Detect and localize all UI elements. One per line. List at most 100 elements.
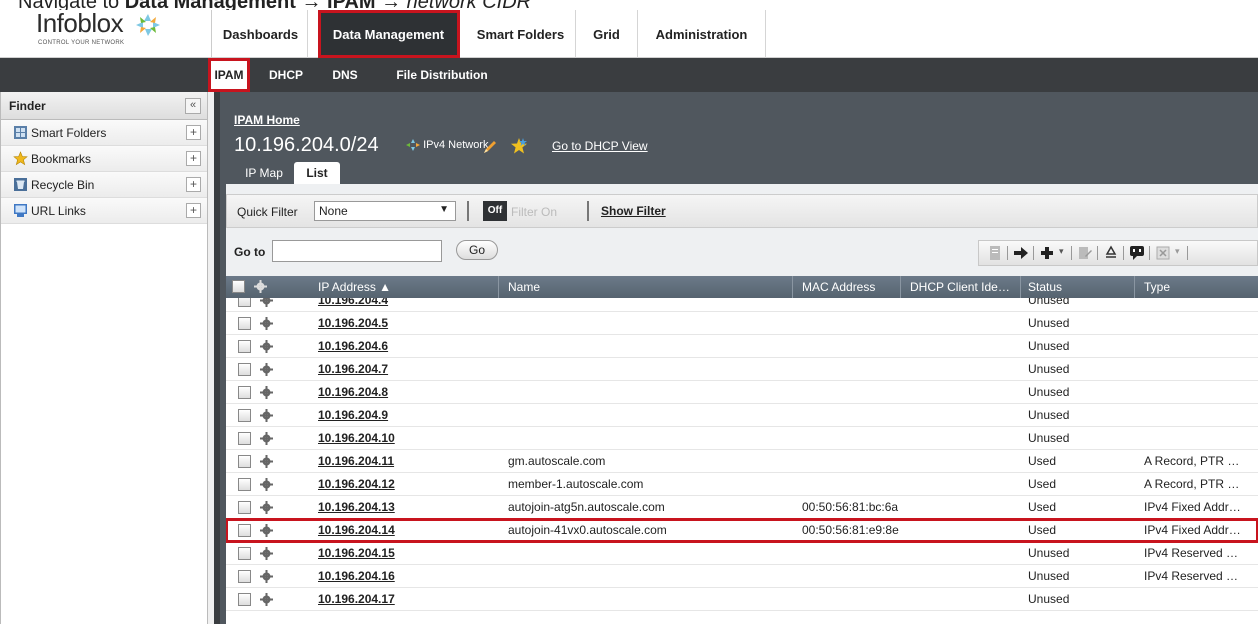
gear-icon[interactable] bbox=[260, 409, 273, 422]
ip-address-link[interactable]: 10.196.204.11 bbox=[318, 454, 394, 468]
filter-toggle-on[interactable]: Filter On bbox=[511, 205, 557, 219]
gear-icon[interactable] bbox=[260, 478, 273, 491]
breadcrumb[interactable]: IPAM Home bbox=[234, 113, 300, 127]
row-checkbox[interactable] bbox=[238, 593, 251, 606]
bookmark-star-icon[interactable] bbox=[510, 137, 528, 155]
expand-plus-icon[interactable]: + bbox=[186, 203, 201, 218]
ip-address-link[interactable]: 10.196.204.7 bbox=[318, 362, 388, 376]
table-row[interactable]: 10.196.204.7 Unused bbox=[226, 358, 1258, 381]
goto-input[interactable] bbox=[272, 240, 442, 262]
ip-address-link[interactable]: 10.196.204.15 bbox=[318, 546, 395, 560]
table-row[interactable]: 10.196.204.4 Unused bbox=[226, 298, 1258, 312]
gear-icon[interactable] bbox=[254, 280, 267, 293]
ip-address-link[interactable]: 10.196.204.14 bbox=[318, 523, 395, 537]
column-header-ip-address[interactable]: IP Address ▲ bbox=[318, 280, 391, 294]
row-checkbox[interactable] bbox=[238, 363, 251, 376]
recycle-icon[interactable] bbox=[1101, 244, 1121, 262]
table-row[interactable]: 10.196.204.17 Unused bbox=[226, 588, 1258, 611]
edit-icon[interactable] bbox=[1075, 244, 1095, 262]
nav-tab-data-management[interactable]: Data Management bbox=[318, 10, 460, 58]
subnav-tab-ipam[interactable]: IPAM bbox=[208, 58, 250, 92]
row-checkbox[interactable] bbox=[238, 298, 251, 307]
row-checkbox[interactable] bbox=[238, 570, 251, 583]
gear-icon[interactable] bbox=[260, 363, 273, 376]
table-row[interactable]: 10.196.204.16 Unused IPv4 Reserved … bbox=[226, 565, 1258, 588]
gear-icon[interactable] bbox=[260, 298, 273, 307]
table-row[interactable]: 10.196.204.11 gm.autoscale.com Used A Recor… bbox=[226, 450, 1258, 473]
edit-pencil-icon[interactable] bbox=[482, 139, 498, 155]
gear-icon[interactable] bbox=[260, 432, 273, 445]
tab-list[interactable]: List bbox=[294, 162, 340, 184]
ip-address-link[interactable]: 10.196.204.17 bbox=[318, 592, 395, 606]
table-row[interactable]: 10.196.204.15 Unused IPv4 Reserved … bbox=[226, 542, 1258, 565]
table-row[interactable]: 10.196.204.9 Unused bbox=[226, 404, 1258, 427]
infoblox-logo[interactable]: Infoblox CONTROL YOUR NETWORK bbox=[12, 8, 212, 58]
row-checkbox[interactable] bbox=[238, 524, 251, 537]
ip-address-link[interactable]: 10.196.204.16 bbox=[318, 569, 395, 583]
finder-item-url-links[interactable]: URL Links + bbox=[1, 198, 207, 224]
quick-filter-select[interactable]: None ▼ bbox=[314, 201, 456, 221]
tab-ip-map[interactable]: IP Map bbox=[236, 162, 292, 184]
gear-icon[interactable] bbox=[260, 501, 273, 514]
ip-address-link[interactable]: 10.196.204.13 bbox=[318, 500, 395, 514]
gear-icon[interactable] bbox=[260, 524, 273, 537]
subnav-tab-file-distribution[interactable]: File Distribution bbox=[386, 58, 498, 92]
row-checkbox[interactable] bbox=[238, 547, 251, 560]
ip-address-link[interactable]: 10.196.204.6 bbox=[318, 339, 388, 353]
ip-address-link[interactable]: 10.196.204.8 bbox=[318, 385, 388, 399]
go-button[interactable]: Go bbox=[456, 240, 498, 260]
comment-icon[interactable] bbox=[1127, 244, 1147, 262]
finder-item-bookmarks[interactable]: Bookmarks + bbox=[1, 146, 207, 172]
subnav-tab-dhcp[interactable]: DHCP bbox=[258, 58, 314, 92]
gear-icon[interactable] bbox=[260, 570, 273, 583]
gear-icon[interactable] bbox=[260, 547, 273, 560]
ip-address-link[interactable]: 10.196.204.10 bbox=[318, 431, 395, 445]
nav-tab-smart-folders[interactable]: Smart Folders bbox=[466, 10, 576, 58]
nav-tab-dashboards[interactable]: Dashboards bbox=[214, 10, 308, 58]
gear-icon[interactable] bbox=[260, 317, 273, 330]
table-row[interactable]: 10.196.204.5 Unused bbox=[226, 312, 1258, 335]
arrow-right-icon[interactable] bbox=[1011, 244, 1031, 262]
ip-address-link[interactable]: 10.196.204.9 bbox=[318, 408, 388, 422]
row-checkbox[interactable] bbox=[238, 409, 251, 422]
gear-icon[interactable] bbox=[260, 455, 273, 468]
show-filter-link[interactable]: Show Filter bbox=[601, 204, 666, 218]
delete-icon[interactable] bbox=[1153, 244, 1173, 262]
filter-toggle-off[interactable]: Off bbox=[483, 201, 507, 221]
table-row[interactable]: 10.196.204.6 Unused bbox=[226, 335, 1258, 358]
ip-address-link[interactable]: 10.196.204.5 bbox=[318, 316, 388, 330]
table-row[interactable]: 10.196.204.13 autojoin-atg5n.autoscale.co… bbox=[226, 496, 1258, 519]
chevron-down-icon[interactable]: ▾ bbox=[1175, 246, 1180, 257]
go-to-dhcp-view-link[interactable]: Go to DHCP View bbox=[552, 139, 648, 153]
gear-icon[interactable] bbox=[260, 340, 273, 353]
row-checkbox[interactable] bbox=[238, 501, 251, 514]
column-header-mac-address[interactable]: MAC Address bbox=[802, 280, 875, 294]
ip-address-link[interactable]: 10.196.204.4 bbox=[318, 298, 388, 307]
gear-icon[interactable] bbox=[260, 593, 273, 606]
nav-tab-administration[interactable]: Administration bbox=[638, 10, 766, 58]
add-plus-icon[interactable] bbox=[1037, 244, 1057, 262]
document-icon[interactable] bbox=[985, 244, 1005, 262]
nav-tab-grid[interactable]: Grid bbox=[576, 10, 638, 58]
column-header-name[interactable]: Name bbox=[508, 280, 540, 294]
finder-item-smart-folders[interactable]: Smart Folders + bbox=[1, 120, 207, 146]
expand-plus-icon[interactable]: + bbox=[186, 177, 201, 192]
row-checkbox[interactable] bbox=[238, 386, 251, 399]
row-checkbox[interactable] bbox=[238, 317, 251, 330]
table-row-highlighted[interactable]: 10.196.204.14 autojoin-41vx0.autoscale.co… bbox=[226, 518, 1258, 543]
column-header-dhcp-client-id[interactable]: DHCP Client Ide… bbox=[910, 280, 1010, 294]
gear-icon[interactable] bbox=[260, 386, 273, 399]
row-checkbox[interactable] bbox=[238, 455, 251, 468]
table-row[interactable]: 10.196.204.10 Unused bbox=[226, 427, 1258, 450]
table-row[interactable]: 10.196.204.12 member-1.autoscale.com Used A… bbox=[226, 473, 1258, 496]
table-row[interactable]: 10.196.204.8 Unused bbox=[226, 381, 1258, 404]
expand-plus-icon[interactable]: + bbox=[186, 151, 201, 166]
column-header-status[interactable]: Status bbox=[1028, 280, 1062, 294]
row-checkbox[interactable] bbox=[238, 340, 251, 353]
chevron-down-icon[interactable]: ▾ bbox=[1059, 246, 1064, 257]
finder-item-recycle-bin[interactable]: Recycle Bin + bbox=[1, 172, 207, 198]
subnav-tab-dns[interactable]: DNS bbox=[320, 58, 370, 92]
column-header-type[interactable]: Type bbox=[1144, 280, 1170, 294]
collapse-icon[interactable]: « bbox=[185, 98, 201, 114]
row-checkbox[interactable] bbox=[238, 478, 251, 491]
